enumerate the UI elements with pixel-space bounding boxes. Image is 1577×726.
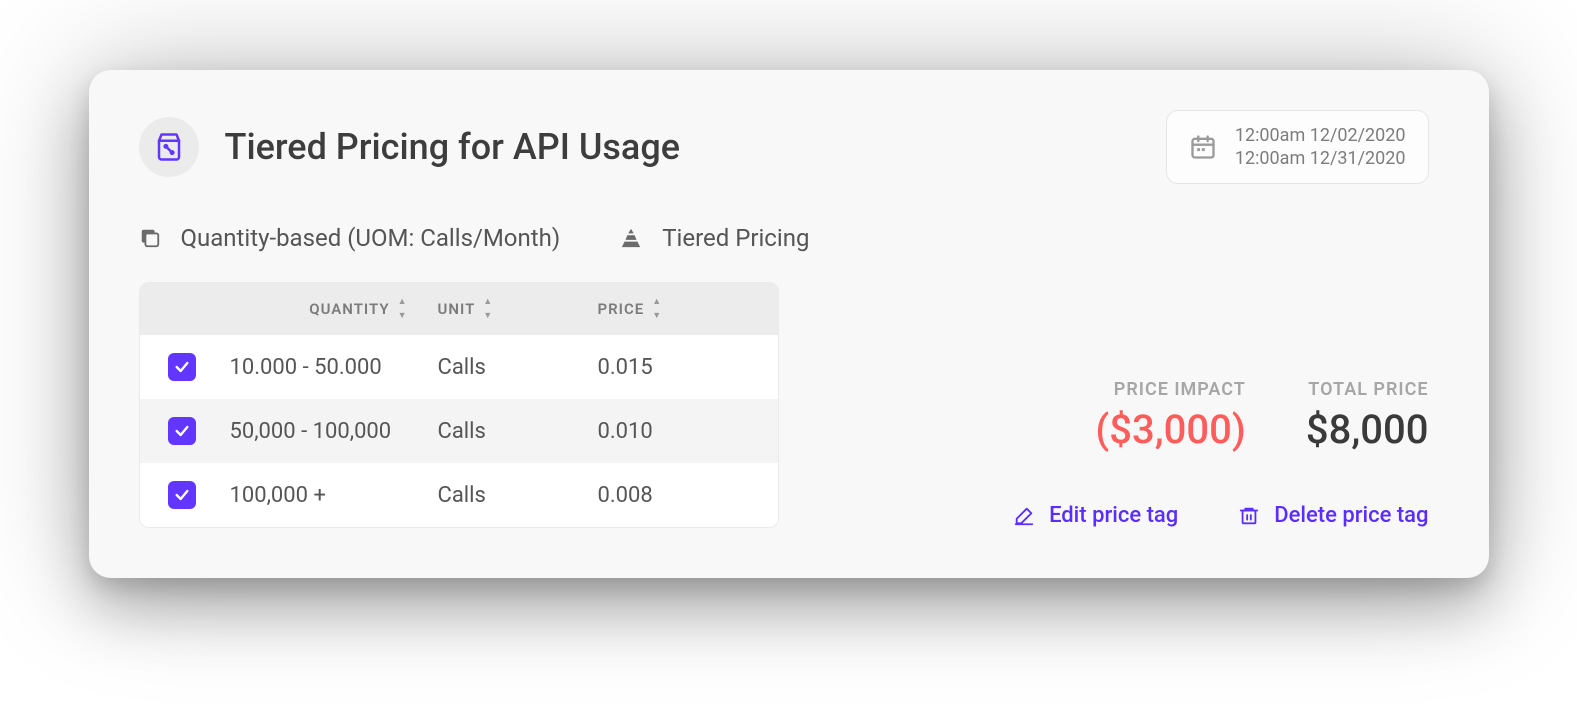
date-end: 12:00am 12/31/2020	[1235, 148, 1406, 169]
cell-unit: Calls	[438, 419, 598, 444]
date-start: 12:00am 12/02/2020	[1235, 125, 1406, 146]
table-row: 100,000 + Calls 0.008	[140, 463, 778, 527]
edit-price-tag-button[interactable]: Edit price tag	[1013, 503, 1178, 528]
summary-panel: PRICE IMPACT ($3,000) TOTAL PRICE $8,000…	[839, 282, 1429, 528]
edit-label: Edit price tag	[1049, 503, 1178, 528]
layers-icon	[139, 227, 161, 249]
row-checkbox[interactable]	[168, 353, 196, 381]
shopping-bag-percent-icon	[139, 117, 199, 177]
cell-price: 0.015	[598, 355, 758, 380]
card-header: Tiered Pricing for API Usage 12:00am 12/…	[139, 110, 1429, 184]
pricing-model-label: Quantity-based (UOM: Calls/Month)	[181, 224, 561, 252]
cell-price: 0.010	[598, 419, 758, 444]
price-impact-value: ($3,000)	[1095, 406, 1245, 453]
row-checkbox[interactable]	[168, 417, 196, 445]
tiers-icon	[620, 228, 642, 248]
sort-icon: ▲▼	[483, 299, 493, 319]
cell-price: 0.008	[598, 483, 758, 508]
column-unit[interactable]: UNIT ▲▼	[438, 299, 598, 319]
total-price-value: $8,000	[1306, 406, 1429, 453]
pricing-tiers-table: QUANTITY ▲▼ UNIT ▲▼ PRICE ▲▼ 10.000 - 50…	[139, 282, 779, 528]
table-row: 10.000 - 50.000 Calls 0.015	[140, 335, 778, 399]
pricing-type: Tiered Pricing	[620, 224, 809, 252]
cell-unit: Calls	[438, 355, 598, 380]
calendar-icon	[1189, 133, 1217, 161]
pricing-card: Tiered Pricing for API Usage 12:00am 12/…	[89, 70, 1489, 578]
cell-quantity: 100,000 +	[230, 483, 438, 508]
cell-unit: Calls	[438, 483, 598, 508]
row-checkbox[interactable]	[168, 481, 196, 509]
cell-quantity: 10.000 - 50.000	[230, 355, 438, 380]
total-price-label: TOTAL PRICE	[1308, 379, 1428, 400]
sort-icon: ▲▼	[398, 299, 408, 319]
title-wrap: Tiered Pricing for API Usage	[139, 117, 681, 177]
meta-row: Quantity-based (UOM: Calls/Month) Tiered…	[139, 224, 1429, 252]
table-header: QUANTITY ▲▼ UNIT ▲▼ PRICE ▲▼	[140, 283, 778, 335]
price-impact-label: PRICE IMPACT	[1114, 379, 1246, 400]
date-range-box[interactable]: 12:00am 12/02/2020 12:00am 12/31/2020	[1166, 110, 1429, 184]
column-price[interactable]: PRICE ▲▼	[598, 299, 758, 319]
pricing-type-label: Tiered Pricing	[662, 224, 809, 252]
cell-quantity: 50,000 - 100,000	[230, 419, 438, 444]
column-quantity[interactable]: QUANTITY ▲▼	[230, 299, 438, 319]
sort-icon: ▲▼	[652, 299, 662, 319]
edit-icon	[1013, 505, 1035, 527]
page-title: Tiered Pricing for API Usage	[225, 126, 681, 168]
table-row: 50,000 - 100,000 Calls 0.010	[140, 399, 778, 463]
trash-icon	[1238, 505, 1260, 527]
delete-price-tag-button[interactable]: Delete price tag	[1238, 503, 1428, 528]
delete-label: Delete price tag	[1274, 503, 1428, 528]
pricing-model: Quantity-based (UOM: Calls/Month)	[139, 224, 561, 252]
